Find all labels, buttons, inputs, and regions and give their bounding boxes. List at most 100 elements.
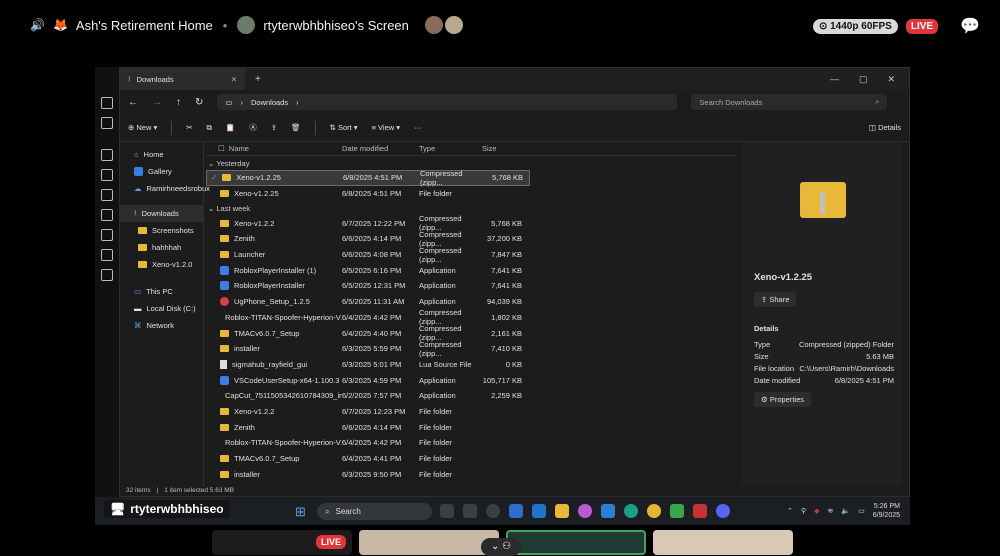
- table-row[interactable]: TMACv6.0.7_Setup 6/4/2025 4:40 PM Compress…: [206, 324, 736, 342]
- table-row[interactable]: Zenith 6/6/2025 4:14 PM Compressed (zipp..…: [206, 230, 736, 248]
- address-bar[interactable]: ▭ › Downloads ›: [217, 94, 678, 110]
- table-row[interactable]: Xeno-v1.2.2 6/7/2025 12:22 PM Compressed (…: [206, 214, 736, 232]
- table-row[interactable]: TMACv6.0.7_Setup 6/4/2025 4:41 PM File fol…: [206, 451, 736, 467]
- tab-downloads[interactable]: ⭳ Downloads ✕: [120, 68, 245, 90]
- sidebar-item[interactable]: ▬ Local Disk (C:): [120, 300, 203, 317]
- column-name[interactable]: ☐ Name: [206, 144, 342, 153]
- close-tab-icon[interactable]: ✕: [231, 75, 237, 84]
- task-view-icon[interactable]: [440, 504, 454, 518]
- table-row[interactable]: Xeno-v1.2.25 6/8/2025 4:51 PM File folder: [206, 186, 736, 202]
- viewer-avatar[interactable]: [444, 16, 463, 34]
- chevron-up-icon[interactable]: ⌃: [787, 507, 793, 515]
- table-row[interactable]: installer 6/3/2025 5:59 PM Compressed (zip…: [206, 340, 736, 358]
- app-icon: [101, 269, 113, 281]
- store-icon[interactable]: [509, 504, 523, 518]
- outlook-icon[interactable]: [532, 504, 546, 518]
- table-row[interactable]: sigmahub_rayfield_gui 6/3/2025 5:01 PM Lua…: [206, 357, 736, 373]
- sidebar-item[interactable]: ☁ Ramirhneedsrobux: [120, 180, 210, 197]
- sidebar-item[interactable]: ⌂ Home: [120, 146, 203, 163]
- maximize-icon[interactable]: ▢: [859, 74, 868, 85]
- start-icon[interactable]: ⊞: [295, 504, 306, 520]
- share-icon[interactable]: ⇪: [271, 123, 277, 132]
- table-row[interactable]: Roblox-TITAN-Spoofer-Hyperion-V1.6 6/4/20…: [206, 308, 736, 326]
- sidebar-item[interactable]: Gallery: [120, 163, 203, 180]
- table-row[interactable]: Roblox-TITAN-Spoofer-Hyperion-V1.6 6/4/20…: [206, 435, 736, 451]
- table-row[interactable]: Xeno-v1.2.2 6/7/2025 12:23 PM File folder: [206, 404, 736, 420]
- forward-icon[interactable]: →: [152, 97, 162, 108]
- onedrive-icon[interactable]: [601, 504, 615, 518]
- discord-icon[interactable]: [716, 504, 730, 518]
- table-row[interactable]: ✓ Xeno-v1.2.25 6/8/2025 4:51 PM Compressed …: [206, 169, 530, 187]
- table-row[interactable]: CapCut_7511505342610784309_install...6/2…: [206, 388, 736, 404]
- sidebar-item[interactable]: ⭳ Downloads: [120, 205, 203, 222]
- participant-tile[interactable]: [653, 530, 793, 555]
- location-icon[interactable]: ⚲: [801, 507, 806, 515]
- sidebar-item[interactable]: Screenshots: [120, 222, 203, 239]
- up-icon[interactable]: ↑: [176, 97, 181, 108]
- sidebar-item[interactable]: ⌘ Network: [120, 317, 203, 334]
- chrome-icon[interactable]: [647, 504, 661, 518]
- share-button[interactable]: ⇪ Share: [754, 292, 797, 307]
- copy-icon[interactable]: ⧉: [207, 123, 212, 133]
- sidebar-item[interactable]: ▭ This PC: [120, 283, 203, 300]
- participant-tile[interactable]: [506, 530, 646, 555]
- speaker-icon[interactable]: 🔊: [30, 18, 45, 32]
- details-pane-button[interactable]: ◫ Details: [869, 123, 901, 132]
- viewer-avatar[interactable]: [424, 16, 443, 34]
- volume-icon[interactable]: 🔈: [841, 507, 850, 515]
- sidebar-item-label: Local Disk (C:): [146, 304, 196, 313]
- file-type: File folder: [419, 189, 452, 199]
- app-icon[interactable]: [670, 504, 684, 518]
- table-row[interactable]: Zenith 6/6/2025 4:14 PM File folder: [206, 419, 736, 435]
- table-row[interactable]: Launcher 6/6/2025 4:08 PM Compressed (zipp…: [206, 246, 736, 264]
- close-icon[interactable]: ✕: [887, 74, 895, 85]
- chat-icon[interactable]: 💬: [960, 16, 980, 36]
- refresh-icon[interactable]: ↻: [195, 97, 203, 108]
- clock[interactable]: 5:26 PM 6/9/2025: [873, 502, 900, 520]
- cut-icon[interactable]: ✂: [186, 123, 192, 132]
- expand-controls[interactable]: ⌄ ⚇: [481, 538, 521, 556]
- back-icon[interactable]: ←: [128, 97, 138, 108]
- more-icon[interactable]: ···: [414, 123, 422, 132]
- property-value: 6/8/2025 4:51 PM: [834, 376, 894, 385]
- table-row[interactable]: UgPhone_Setup_1.2.5 6/5/2025 11:31 AM Appl…: [206, 294, 736, 310]
- file-name: Zenith: [234, 422, 255, 432]
- properties-button[interactable]: ⚙ Properties: [754, 392, 811, 407]
- server-name[interactable]: Ash's Retirement Home: [76, 18, 213, 33]
- search-input[interactable]: Search Downloads ⌕: [691, 94, 888, 110]
- minimize-icon[interactable]: —: [830, 74, 839, 85]
- new-button[interactable]: ⊕ New ▾: [128, 123, 157, 132]
- battery-icon[interactable]: ▭: [858, 507, 865, 515]
- sidebar-item[interactable]: Xeno-v1.2.0: [120, 256, 203, 273]
- sort-button[interactable]: ⇅ Sort ▾: [330, 123, 358, 132]
- table-row[interactable]: RobloxPlayerInstaller 6/5/2025 12:31 PM Ap…: [206, 278, 736, 294]
- column-type[interactable]: Type: [419, 144, 482, 153]
- participant-tile[interactable]: LIVE: [212, 530, 352, 555]
- chatgpt-icon[interactable]: [486, 504, 500, 518]
- file-explorer-icon[interactable]: [555, 504, 569, 518]
- table-row[interactable]: RobloxPlayerInstaller (1) 6/5/2025 6:16 P…: [206, 262, 736, 278]
- breadcrumb[interactable]: Downloads: [251, 98, 288, 107]
- file-name: RobloxPlayerInstaller: [234, 281, 305, 291]
- view-button[interactable]: ≡ View ▾: [372, 123, 400, 132]
- paste-icon[interactable]: 📋: [226, 123, 235, 132]
- edge-icon[interactable]: [624, 504, 638, 518]
- rename-icon[interactable]: Ⓐ: [249, 122, 257, 133]
- file-size: 94,039 KB: [486, 297, 522, 307]
- delete-icon[interactable]: 🗑: [291, 123, 301, 132]
- wifi-icon[interactable]: ≋: [828, 507, 834, 515]
- app-icon[interactable]: [693, 504, 707, 518]
- participant-tile[interactable]: [359, 530, 499, 555]
- taskbar-search[interactable]: ⌕ Search: [317, 503, 432, 520]
- app-tray-icon[interactable]: ◆: [814, 507, 819, 515]
- check-icon[interactable]: ✓: [211, 173, 217, 182]
- quality-badge[interactable]: ⊙ 1440p 60FPS: [812, 18, 898, 34]
- copilot-icon[interactable]: [578, 504, 592, 518]
- widgets-icon[interactable]: [463, 504, 477, 518]
- column-size[interactable]: Size: [482, 144, 522, 153]
- sidebar-item[interactable]: hahhhah: [120, 239, 203, 256]
- table-row[interactable]: installer 6/3/2025 9:50 PM File folder: [206, 466, 736, 482]
- table-row[interactable]: VSCodeUserSetup-x64-1.100.3 6/3/2025 4:59…: [206, 372, 736, 388]
- new-tab-button[interactable]: +: [255, 74, 261, 85]
- column-date[interactable]: Date modified: [342, 144, 419, 153]
